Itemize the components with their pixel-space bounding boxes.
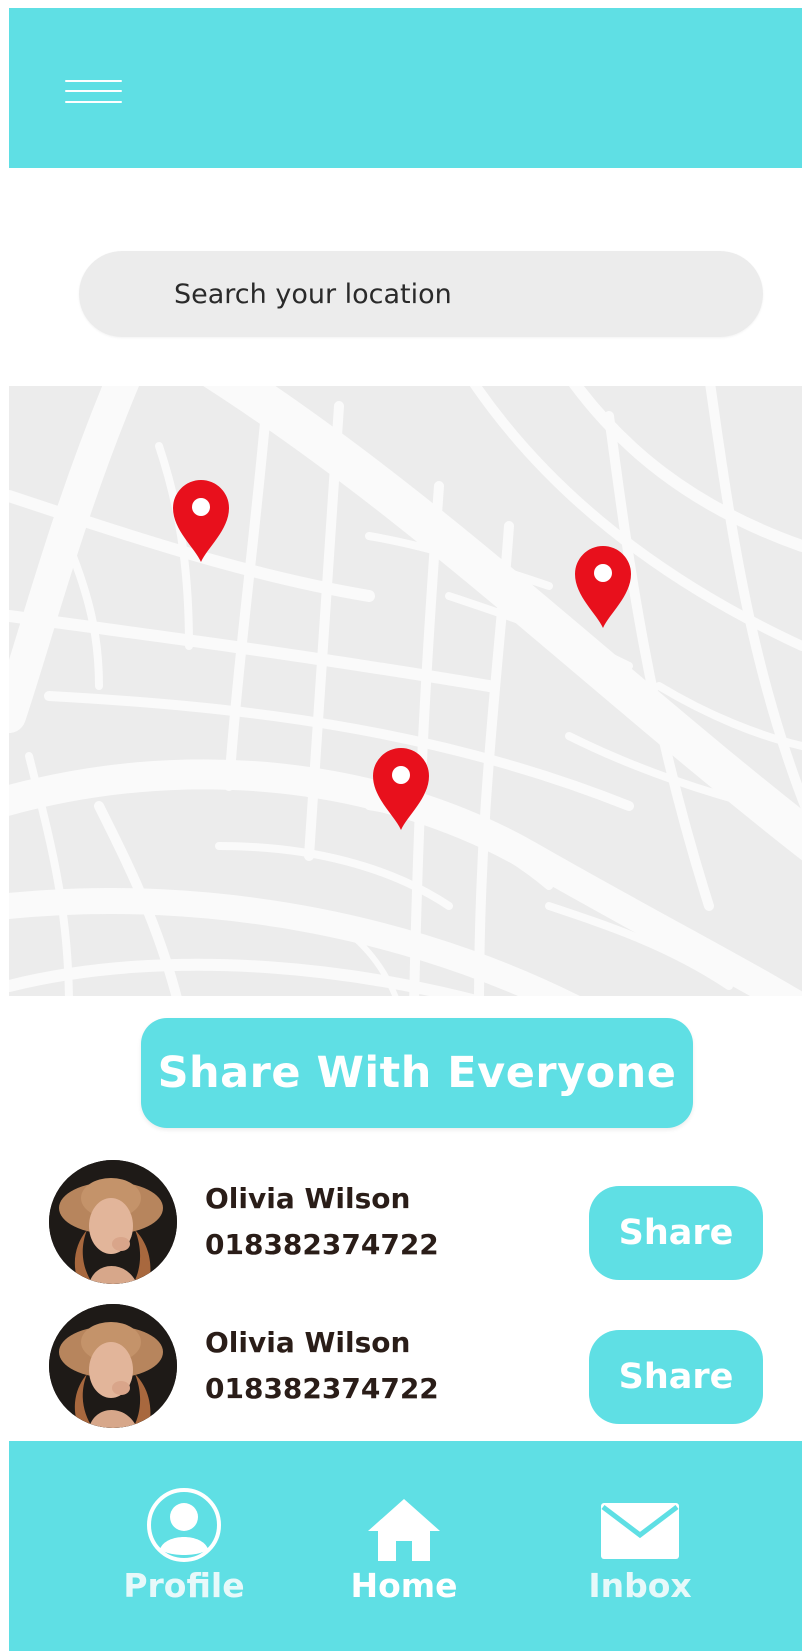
nav-item-profile[interactable]: Profile <box>89 1441 279 1651</box>
avatar <box>49 1160 177 1284</box>
search-bar <box>79 251 763 337</box>
hamburger-icon-line <box>65 90 122 92</box>
mail-icon <box>601 1503 679 1559</box>
contact-name: Olivia Wilson <box>205 1182 411 1215</box>
contact-phone: 018382374722 <box>205 1372 439 1405</box>
nav-label: Profile <box>123 1566 245 1605</box>
user-icon <box>147 1488 221 1562</box>
contact-name: Olivia Wilson <box>205 1326 411 1359</box>
map-pin-icon[interactable] <box>371 746 431 832</box>
avatar-image <box>49 1304 177 1428</box>
nav-label: Home <box>350 1566 458 1605</box>
map-view[interactable] <box>9 386 802 996</box>
map-pin-icon[interactable] <box>573 544 633 630</box>
home-icon <box>368 1499 440 1561</box>
contact-item: Olivia Wilson 018382374722 Share <box>9 1304 802 1434</box>
hamburger-icon <box>65 80 122 82</box>
top-bar <box>9 8 802 168</box>
nav-label: Inbox <box>588 1566 692 1605</box>
nav-item-home[interactable]: Home <box>309 1441 499 1651</box>
map-pin-icon[interactable] <box>171 478 231 564</box>
menu-button[interactable] <box>65 70 125 104</box>
nav-item-inbox[interactable]: Inbox <box>545 1441 735 1651</box>
contact-phone: 018382374722 <box>205 1228 439 1261</box>
bottom-nav: Profile Home Inbox <box>9 1441 802 1651</box>
share-with-everyone-button[interactable]: Share With Everyone <box>141 1018 693 1128</box>
app-screen: Share With Everyone Olivia Wilson 018382… <box>9 8 802 1651</box>
share-button[interactable]: Share <box>589 1330 763 1424</box>
hamburger-icon-line <box>65 101 122 103</box>
contact-item: Olivia Wilson 018382374722 Share <box>9 1160 802 1290</box>
avatar <box>49 1304 177 1428</box>
search-input[interactable] <box>174 251 734 337</box>
share-button[interactable]: Share <box>589 1186 763 1280</box>
avatar-image <box>49 1160 177 1284</box>
map-roads <box>9 386 802 996</box>
